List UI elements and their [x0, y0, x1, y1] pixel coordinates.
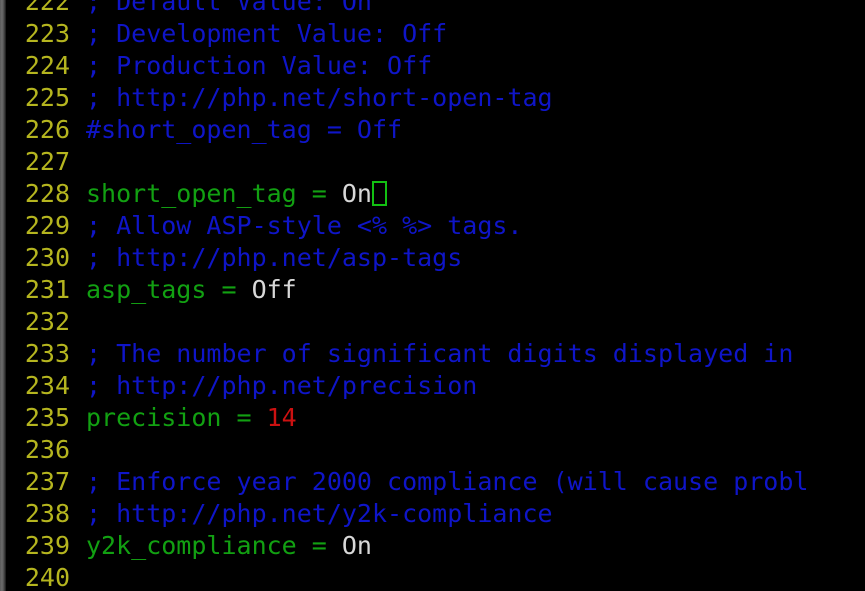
line-number: 224	[24, 51, 70, 80]
code-token-comment: ; Production Value: Off	[86, 51, 433, 80]
line-number: 232	[24, 307, 70, 336]
code-line[interactable]: 238 ; http://php.net/y2k-compliance	[0, 498, 865, 530]
line-number: 239	[24, 531, 70, 560]
line-content: ; http://php.net/precision	[70, 370, 477, 402]
line-number: 234	[24, 371, 70, 400]
code-token-number: 14	[266, 403, 297, 432]
code-line[interactable]: 232	[0, 306, 865, 338]
line-content: short_open_tag = On	[70, 178, 387, 210]
line-content: ; Development Value: Off	[70, 18, 447, 50]
code-line[interactable]: 222 ; Default Value: On	[0, 0, 865, 18]
line-number: 225	[24, 83, 70, 112]
line-number: 237	[24, 467, 70, 496]
line-content: #short_open_tag = Off	[70, 114, 402, 146]
code-token-comment: ; Allow ASP-style <% %> tags.	[86, 211, 523, 240]
line-number: 229	[24, 211, 70, 240]
line-number: 236	[24, 435, 70, 464]
code-line[interactable]: 230 ; http://php.net/asp-tags	[0, 242, 865, 274]
code-token-comment: ; Development Value: Off	[86, 19, 448, 48]
line-number: 235	[24, 403, 70, 432]
code-token-comment: ; http://php.net/asp-tags	[86, 243, 463, 272]
line-content: ; Default Value: On	[70, 0, 372, 18]
code-line[interactable]: 234 ; http://php.net/precision	[0, 370, 865, 402]
code-token-directive: short_open_tag =	[86, 179, 342, 208]
code-line[interactable]: 239 y2k_compliance = On	[0, 530, 865, 562]
code-token-comment: ; The number of significant digits displ…	[86, 339, 794, 368]
line-number: 227	[24, 147, 70, 176]
line-content: ; Allow ASP-style <% %> tags.	[70, 210, 523, 242]
code-line[interactable]: 235 precision = 14	[0, 402, 865, 434]
line-number: 233	[24, 339, 70, 368]
line-content: ; http://php.net/y2k-compliance	[70, 498, 553, 530]
code-line[interactable]: 237 ; Enforce year 2000 compliance (will …	[0, 466, 865, 498]
code-line[interactable]: 236	[0, 434, 865, 466]
code-line[interactable]: 225 ; http://php.net/short-open-tag	[0, 82, 865, 114]
line-number: 222	[24, 0, 70, 16]
line-content: ; http://php.net/short-open-tag	[70, 82, 553, 114]
line-number: 226	[24, 115, 70, 144]
code-area[interactable]: 222 ; Default Value: On 223 ; Development V…	[0, 0, 865, 591]
code-line[interactable]: 229 ; Allow ASP-style <% %> tags.	[0, 210, 865, 242]
code-line[interactable]: 240	[0, 562, 865, 591]
line-number: 231	[24, 275, 70, 304]
editor-screen: 222 ; Default Value: On 223 ; Development V…	[0, 0, 865, 591]
line-number: 230	[24, 243, 70, 272]
line-content: asp_tags = Off	[70, 274, 297, 306]
line-content: ; Production Value: Off	[70, 50, 432, 82]
code-line[interactable]: 233 ; The number of significant digits di…	[0, 338, 865, 370]
line-number: 240	[24, 563, 70, 591]
code-line[interactable]: 223 ; Development Value: Off	[0, 18, 865, 50]
code-token-comment: ; Default Value: On	[86, 0, 372, 16]
code-token-value: On	[341, 179, 372, 208]
line-number: 228	[24, 179, 70, 208]
code-token-directive: precision =	[86, 403, 267, 432]
code-token-comment: ; http://php.net/y2k-compliance	[86, 499, 553, 528]
code-line[interactable]: 228 short_open_tag = On	[0, 178, 865, 210]
code-token-directive: y2k_compliance =	[86, 531, 342, 560]
code-line[interactable]: 227	[0, 146, 865, 178]
code-token-comment: #short_open_tag = Off	[86, 115, 403, 144]
line-number: 223	[24, 19, 70, 48]
line-content: ; http://php.net/asp-tags	[70, 242, 462, 274]
code-line[interactable]: 226 #short_open_tag = Off	[0, 114, 865, 146]
text-cursor	[371, 181, 387, 206]
line-content: ; Enforce year 2000 compliance (will cau…	[70, 466, 808, 498]
code-token-comment: ; http://php.net/short-open-tag	[86, 83, 553, 112]
line-content: ; The number of significant digits displ…	[70, 338, 793, 370]
line-number: 238	[24, 499, 70, 528]
line-content: y2k_compliance = On	[70, 530, 372, 562]
code-token-comment: ; http://php.net/precision	[86, 371, 478, 400]
code-line[interactable]: 231 asp_tags = Off	[0, 274, 865, 306]
code-token-comment: ; Enforce year 2000 compliance (will cau…	[86, 467, 809, 496]
code-token-directive: asp_tags =	[86, 275, 252, 304]
line-content: precision = 14	[70, 402, 297, 434]
code-line[interactable]: 224 ; Production Value: Off	[0, 50, 865, 82]
code-token-value: Off	[251, 275, 297, 304]
window-left-gutter-strip	[0, 0, 6, 591]
code-token-value: On	[341, 531, 372, 560]
